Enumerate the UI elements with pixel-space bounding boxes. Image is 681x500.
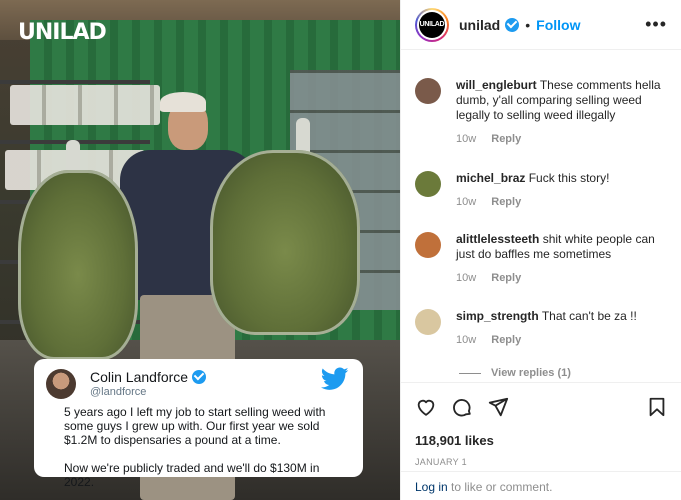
like-heart-icon[interactable] <box>415 396 437 418</box>
view-replies-label[interactable]: View replies (1) <box>491 367 571 379</box>
commenter-avatar[interactable] <box>415 232 441 258</box>
post-actions: 118,901 likes JANUARY 1 <box>401 382 681 467</box>
share-paper-plane-icon[interactable] <box>487 396 509 418</box>
tweet-handle: @landforce <box>90 385 147 398</box>
comment-text: will_engleburt These comments hella dumb… <box>456 78 675 123</box>
profile-username[interactable]: unilad <box>459 17 520 33</box>
comments-list[interactable]: will_engleburt These comments hella dumb… <box>401 51 681 381</box>
twitter-bird-icon <box>321 367 349 390</box>
comment-age: 10w <box>456 334 477 346</box>
comment-meta: 10w Reply <box>456 272 675 284</box>
avatar-frame: UNILAD <box>417 9 447 40</box>
commenter-avatar[interactable] <box>415 309 441 335</box>
comment-meta: 10w Reply <box>456 133 675 145</box>
comment-username[interactable]: simp_strength <box>456 309 539 323</box>
person-cap <box>160 92 206 112</box>
view-replies-button[interactable]: View replies (1) <box>459 367 571 379</box>
comment-meta: 10w Reply <box>456 196 675 208</box>
reply-button[interactable]: Reply <box>491 334 521 346</box>
avatar-logo: UNILAD <box>419 11 445 38</box>
tweet-card: Colin Landforce @landforce 5 years ago I… <box>34 359 363 489</box>
tweet-author-name: Colin Landforce <box>90 368 207 385</box>
comment-item: alittlelessteeth shit white people can j… <box>415 232 675 284</box>
login-link[interactable]: Log in <box>415 480 448 494</box>
profile-avatar[interactable]: UNILAD <box>415 7 449 42</box>
tweet-body: 5 years ago I left my job to start selli… <box>46 405 351 489</box>
comment-item: michel_braz Fuck this story! 10w Reply <box>415 171 675 208</box>
tweet-author: Colin Landforce @landforce <box>90 368 207 399</box>
replies-divider <box>459 372 481 374</box>
post-header: UNILAD unilad • Follow ••• <box>401 0 681 50</box>
comment-text: alittlelessteeth shit white people can j… <box>456 232 675 262</box>
commenter-avatar[interactable] <box>415 171 441 197</box>
comment-meta: 10w Reply <box>456 334 675 346</box>
cannabis-bag-left <box>18 170 138 360</box>
reply-button[interactable]: Reply <box>491 196 521 208</box>
tweet-paragraph: 5 years ago I left my job to start selli… <box>64 405 326 447</box>
commenter-avatar[interactable] <box>415 78 441 104</box>
tweet-author-name-text: Colin Landforce <box>90 368 189 385</box>
storage-bins <box>10 85 160 125</box>
comment-bubble-icon[interactable] <box>451 396 473 418</box>
comment-item: simp_strength That can't be za !! 10w Re… <box>415 309 675 346</box>
reply-button[interactable]: Reply <box>491 272 521 284</box>
action-icons <box>415 395 668 419</box>
header-separator: • <box>525 16 531 33</box>
post-date: JANUARY 1 <box>415 457 467 467</box>
comment-body: That can't be za !! <box>541 309 637 323</box>
verified-icon <box>192 369 207 384</box>
comment-age: 10w <box>456 133 477 145</box>
comment-username[interactable]: michel_braz <box>456 171 525 185</box>
comment-age: 10w <box>456 272 477 284</box>
post-sidebar: UNILAD unilad • Follow ••• will_englebur… <box>400 0 681 500</box>
comment-username[interactable]: will_engleburt <box>456 78 537 92</box>
comment-body: Fuck this story! <box>528 171 610 185</box>
tweet-paragraph: Now we're publicly traded and we'll do $… <box>64 461 320 489</box>
comment-age: 10w <box>456 196 477 208</box>
verified-icon <box>505 17 520 32</box>
bookmark-save-icon[interactable] <box>646 396 668 418</box>
comment-text: michel_braz Fuck this story! <box>456 171 675 186</box>
tweet-avatar <box>46 369 76 399</box>
tweet-header: Colin Landforce @landforce <box>46 369 351 399</box>
comment-text: simp_strength That can't be za !! <box>456 309 675 324</box>
comment-username[interactable]: alittlelessteeth <box>456 232 539 246</box>
profile-username-text[interactable]: unilad <box>459 17 500 33</box>
login-prompt-text: to like or comment. <box>447 480 553 494</box>
follow-button[interactable]: Follow <box>536 17 580 33</box>
brand-watermark: UNILAD <box>18 20 107 45</box>
comment-item: will_engleburt These comments hella dumb… <box>415 78 675 145</box>
likes-count[interactable]: 118,901 likes <box>415 433 668 448</box>
login-prompt: Log in to like or comment. <box>401 471 681 500</box>
more-options-icon[interactable]: ••• <box>645 14 667 35</box>
post-media[interactable]: UNILAD Colin Landforce @landforce 5 year… <box>0 0 400 500</box>
cannabis-bag-right <box>210 150 360 335</box>
reply-button[interactable]: Reply <box>491 133 521 145</box>
